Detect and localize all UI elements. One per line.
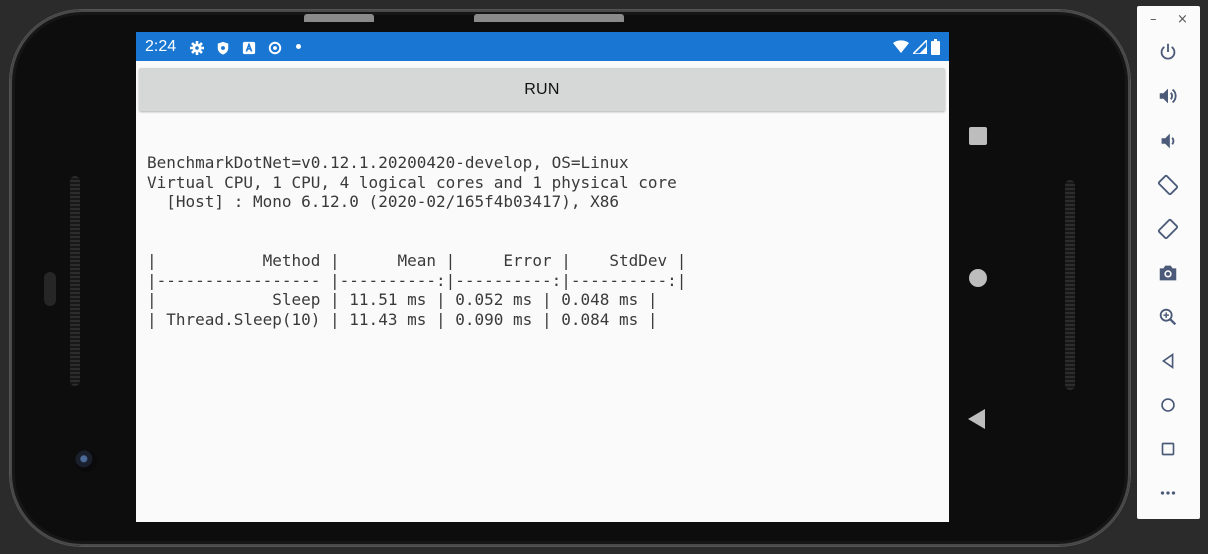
- volume-up-icon[interactable]: [1155, 83, 1181, 109]
- overview-nav-button[interactable]: [969, 127, 987, 145]
- shield-icon: [216, 40, 230, 55]
- status-right-icons: [893, 38, 940, 55]
- notification-dot-icon: [296, 44, 302, 49]
- phone-power-button: [304, 14, 374, 22]
- back-nav-button[interactable]: [968, 409, 985, 429]
- close-button[interactable]: ×: [1177, 13, 1188, 27]
- front-camera: [75, 450, 97, 472]
- minimize-button[interactable]: –: [1150, 13, 1157, 27]
- power-icon[interactable]: [1155, 39, 1181, 65]
- overview-icon[interactable]: [1155, 436, 1181, 462]
- benchmark-output-text: BenchmarkDotNet=v0.12.1.20200420-develop…: [147, 153, 687, 329]
- camera-icon[interactable]: [1155, 260, 1181, 286]
- status-time: 2:24: [145, 37, 177, 55]
- rotate-left-icon[interactable]: [1155, 172, 1181, 198]
- back-icon[interactable]: [1155, 348, 1181, 374]
- volume-down-icon[interactable]: [1155, 128, 1181, 154]
- zoom-icon[interactable]: [1155, 304, 1181, 330]
- right-speaker-grille: [1065, 180, 1075, 390]
- left-speaker-grille: [70, 176, 80, 386]
- more-icon[interactable]: [1155, 480, 1181, 506]
- sync-icon: [268, 40, 282, 54]
- signal-icon: [913, 39, 927, 54]
- letter-a-icon: [242, 40, 256, 54]
- run-button[interactable]: RUN: [139, 68, 945, 111]
- battery-icon: [931, 38, 940, 55]
- phone-screen: 2:24 RUN BenchmarkDotNet=v0.12.1.2020042…: [136, 32, 949, 522]
- wifi-icon: [893, 39, 909, 53]
- gear-icon: [190, 40, 205, 55]
- status-bar: 2:24: [136, 32, 949, 61]
- rotate-right-icon[interactable]: [1155, 216, 1181, 242]
- window-controls: – ×: [1137, 13, 1200, 27]
- home-nav-button[interactable]: [969, 269, 987, 287]
- phone-volume-button: [474, 14, 624, 22]
- home-icon[interactable]: [1155, 392, 1181, 418]
- emulator-toolbar: – ×: [1137, 6, 1200, 519]
- sensor-slot: [44, 272, 56, 306]
